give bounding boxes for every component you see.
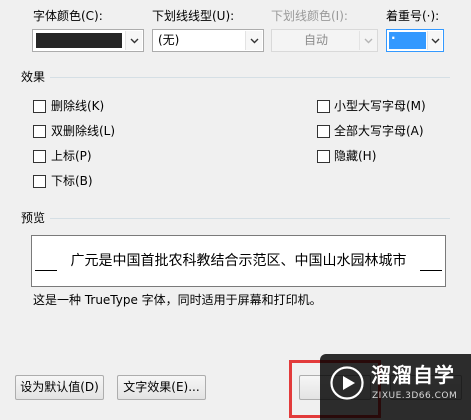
font-color-swatch [36,33,122,48]
strikethrough-checkbox[interactable] [33,100,46,113]
underline-style-label: 下划线线型(U): [152,9,235,23]
underline-color-value: 自动 [304,33,329,47]
play-logo-icon [329,365,365,401]
watermark-overlay: 溜溜自学 ZIXUE.3D66.COM [320,354,471,420]
watermark-brand: 溜溜自学 [371,363,455,387]
hidden-checkbox[interactable] [317,150,330,163]
superscript-checkbox[interactable] [33,150,46,163]
hidden-label[interactable]: 隐藏(H) [334,149,376,163]
all-caps-label[interactable]: 全部大写字母(A) [334,124,424,138]
double-strikethrough-label[interactable]: 双删除线(L) [51,124,115,138]
preview-divider [50,218,450,219]
chevron-down-icon [245,31,262,50]
double-strikethrough-checkbox[interactable] [33,125,46,138]
effects-title: 效果 [21,70,46,84]
emphasis-mark-label: 着重号(·): [386,9,440,23]
underline-color-dropdown: 自动 [271,29,378,52]
subscript-label[interactable]: 下标(B) [51,174,93,188]
strikethrough-label[interactable]: 删除线(K) [51,99,104,113]
chevron-down-icon [359,31,376,50]
preview-baseline-left [35,270,57,271]
preview-sample-text: 广元是中国首批农科教结合示范区、中国山水园林城市 [70,253,407,269]
font-color-dropdown[interactable] [32,29,144,52]
preview-baseline-right [420,270,442,271]
chevron-down-icon [125,31,142,50]
watermark-site: ZIXUE.3D66.COM [372,391,458,401]
underline-style-dropdown[interactable]: (无) [152,29,264,52]
preview-note: 这是一种 TrueType 字体，同时适用于屏幕和打印机。 [33,293,322,307]
small-caps-label[interactable]: 小型大写字母(M) [334,99,426,113]
chevron-down-icon [427,31,442,50]
underline-style-value: (无) [158,33,180,47]
emphasis-mark-dropdown[interactable]: · [386,29,444,52]
effects-divider [50,77,450,78]
small-caps-checkbox[interactable] [317,100,330,113]
underline-color-label: 下划线颜色(I): [271,9,348,23]
text-effects-button[interactable]: 文字效果(E)... [117,375,206,400]
preview-panel: 广元是中国首批农科教结合示范区、中国山水园林城市 [31,235,446,287]
preview-title: 预览 [21,211,46,225]
subscript-checkbox[interactable] [33,175,46,188]
emphasis-mark-value: · [391,31,396,45]
set-default-button[interactable]: 设为默认值(D) [15,375,104,400]
superscript-label[interactable]: 上标(P) [51,149,92,163]
all-caps-checkbox[interactable] [317,125,330,138]
font-color-label: 字体颜色(C): [33,9,103,23]
